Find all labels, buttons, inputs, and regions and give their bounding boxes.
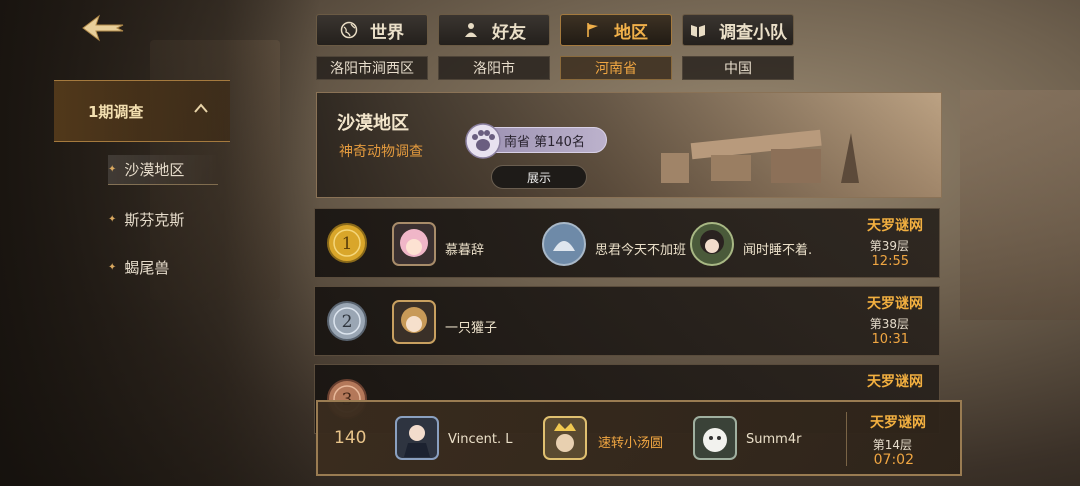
globe-icon: [340, 21, 358, 39]
sidebar-item-label: 斯芬克斯: [124, 210, 185, 229]
bullet-icon: ✦: [108, 261, 117, 273]
player-name: 闻时睡不着.: [743, 243, 813, 258]
suit-avatar-icon: [395, 416, 439, 460]
sidebar-item-label: 沙漠地区: [124, 161, 185, 179]
banner-subtitle: 神奇动物调查: [339, 144, 423, 160]
dark-hair-avatar-icon: [690, 222, 734, 266]
stone-ruins-illustration: [661, 129, 859, 183]
book-icon: [689, 21, 707, 39]
background-ruin: [960, 90, 1080, 320]
period-label: 1期调查: [88, 102, 144, 121]
team-name: 天罗谜网: [867, 374, 923, 390]
clear-time: 12:55: [871, 254, 909, 269]
tab-label: 世界: [370, 22, 404, 43]
gold-medal-icon: 1: [327, 223, 367, 263]
my-rank-text: 南省 第140名: [504, 134, 585, 150]
clear-time: 07:02: [873, 452, 914, 468]
my-rank-number: 140: [334, 428, 367, 448]
tab-world[interactable]: 世界: [316, 14, 428, 46]
player-name: 速转小汤圆: [598, 436, 664, 451]
sidebar-item-desert[interactable]: ✦ 沙漠地区: [108, 155, 218, 185]
clear-time: 10:31: [871, 332, 909, 347]
floor-level: 第38层: [869, 317, 909, 331]
friends-icon: [462, 21, 480, 39]
tab-region[interactable]: 地区: [560, 14, 672, 46]
chevron-up-icon: [194, 103, 208, 113]
tab-friends[interactable]: 好友: [438, 14, 550, 46]
silver-medal-icon: 2: [327, 301, 367, 341]
svg-text:1: 1: [342, 234, 353, 254]
my-team-row[interactable]: 140 Vincent. L 速转小汤圆 Summ4r 天罗谜网 第14层 07…: [316, 400, 962, 476]
tab-province[interactable]: 河南省: [560, 56, 672, 80]
crown-avatar-icon: [543, 416, 587, 460]
banner-title: 沙漠地区: [337, 113, 409, 134]
pink-hair-avatar-icon: [392, 222, 436, 266]
sidebar-item-manticore[interactable]: ✦ 蝎尾兽: [108, 252, 218, 282]
background-shade: [0, 0, 320, 486]
tab-survey-team[interactable]: 调查小队: [682, 14, 794, 46]
player-name: Vincent. L: [448, 432, 513, 447]
sidebar-item-sphinx[interactable]: ✦ 斯芬克斯: [108, 204, 218, 234]
team-name: 天罗谜网: [867, 296, 923, 312]
scope-tabs: 世界 好友 地区 调查小队: [316, 14, 794, 46]
tab-city[interactable]: 洛阳市: [438, 56, 550, 80]
region-banner: 沙漠地区 神奇动物调查 南省 第140名 展示: [316, 92, 942, 198]
period-tab[interactable]: 1期调查: [54, 80, 230, 142]
paw-icon: [465, 123, 501, 159]
divider: [846, 412, 847, 466]
region-tabs: 洛阳市涧西区 洛阳市 河南省 中国: [316, 56, 794, 80]
team-name: 天罗谜网: [867, 218, 923, 234]
bullet-icon: ✦: [108, 213, 117, 225]
player-name: 慕暮辞: [445, 243, 485, 258]
tab-label: 调查小队: [719, 22, 787, 43]
back-button[interactable]: [80, 10, 126, 46]
my-rank-pill: 南省 第140名: [465, 123, 607, 159]
white-creature-avatar-icon: [693, 416, 737, 460]
floor-level: 第39层: [869, 239, 909, 253]
flag-icon: [584, 21, 602, 39]
player-name: Summ4r: [746, 432, 802, 447]
player-name: 一只獾子: [445, 321, 498, 336]
tab-label: 地区: [614, 22, 648, 43]
tab-district[interactable]: 洛阳市涧西区: [316, 56, 428, 80]
cat-avatar-icon: [542, 222, 586, 266]
ranking-row[interactable]: 2 一只獾子 天罗谜网 第38层 10:31: [314, 286, 940, 356]
bullet-icon: ✦: [108, 164, 117, 175]
ranking-row[interactable]: 1 慕暮辞 思君今天不加班 闻时睡不着. 天罗谜网 第39层 12:55: [314, 208, 940, 278]
player-name: 思君今天不加班: [595, 243, 687, 258]
floor-level: 第14层: [872, 438, 912, 452]
sidebar-item-label: 蝎尾兽: [124, 258, 170, 277]
blonde-avatar-icon: [392, 300, 436, 344]
back-arrow-icon: [82, 14, 124, 42]
show-button[interactable]: 展示: [491, 165, 587, 189]
tab-country[interactable]: 中国: [682, 56, 794, 80]
tab-label: 好友: [492, 22, 526, 43]
team-name: 天罗谜网: [870, 415, 926, 431]
svg-text:2: 2: [342, 312, 353, 332]
